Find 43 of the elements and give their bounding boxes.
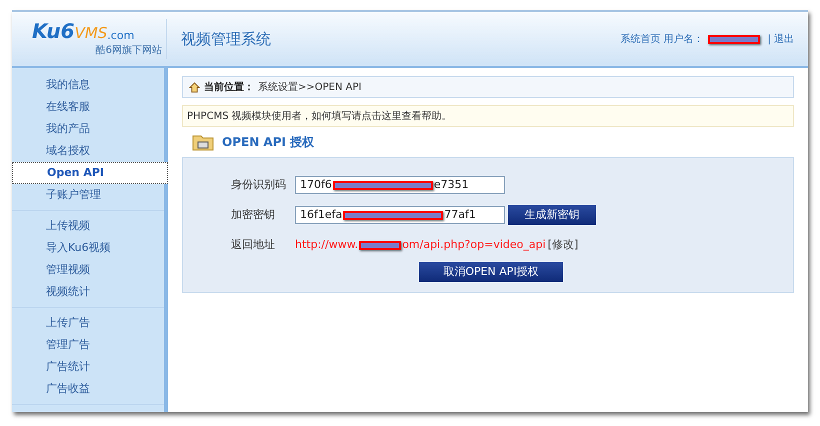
logo-text: VMS — [74, 26, 108, 40]
sidebar-item[interactable]: 广告收益 — [12, 378, 164, 400]
sidebar-item[interactable]: 域名授权 — [12, 140, 164, 162]
redaction-mark — [708, 34, 760, 44]
field-text-end: e7351 — [434, 176, 469, 193]
input-field[interactable]: 16f1efa 77af1 — [295, 206, 505, 224]
form-label: 加密密钥 — [230, 206, 276, 223]
field-text-end: 77af1 — [444, 206, 476, 223]
sidebar-item[interactable]: 上传广告 — [12, 312, 164, 334]
help-notice: PHPCMS 视频模块使用者，如何填写请点击这里查看帮助。 — [182, 105, 794, 127]
field-text-start: 16f1efa — [300, 206, 342, 223]
system-title: 视频管理系统 — [181, 28, 271, 50]
sidebar-item[interactable]: 导入Ku6视频 — [12, 237, 164, 259]
return-url-start: http://www. — [295, 236, 358, 253]
section-title: OPEN API 授权 — [222, 134, 314, 151]
sidebar-item[interactable]: 我的信息 — [12, 74, 164, 96]
breadcrumb-label: 当前位置： — [204, 80, 254, 94]
logo-tagline: 酷6网旗下网站 — [96, 44, 162, 58]
redaction-mark — [359, 240, 402, 250]
breadcrumb-path: 系统设置>>OPEN API — [258, 80, 362, 94]
sidebar-item[interactable]: 管理广告 — [12, 334, 164, 356]
sidebar-item[interactable]: 管理视频 — [12, 259, 164, 281]
input-field[interactable]: 170f6 e7351 — [295, 176, 505, 194]
sidebar-item[interactable]: 广告统计 — [12, 356, 164, 378]
logout-link[interactable]: 退出 — [774, 32, 794, 46]
form-label: 返回地址 — [230, 236, 276, 253]
sidebar-item[interactable]: Open API — [12, 162, 168, 184]
generate-key-button[interactable]: 生成新密钥 — [508, 205, 596, 225]
logo-text: Ku6 — [32, 20, 75, 40]
username-label: 用户名： — [664, 32, 704, 46]
edit-link[interactable]: [修改] — [548, 236, 578, 254]
home-link[interactable]: 系统首页 — [620, 32, 661, 46]
sidebar-item[interactable]: 子账户管理 — [12, 184, 164, 206]
sidebar-item[interactable]: 上传视频 — [12, 215, 164, 237]
separator-text: | — [768, 32, 771, 46]
sidebar-item[interactable]: 在线客服 — [12, 96, 164, 118]
sidebar-item[interactable]: 我的产品 — [12, 118, 164, 140]
cancel-api-button[interactable]: 取消OPEN API授权 — [419, 262, 563, 282]
sidebar-item[interactable]: 视频统计 — [12, 281, 164, 303]
field-text-start: 170f6 — [300, 176, 332, 193]
return-url-end: om/api.php?op=video_api — [402, 236, 546, 253]
form-label: 身份识别码 — [230, 176, 287, 193]
logo-domain: .com — [107, 30, 134, 40]
